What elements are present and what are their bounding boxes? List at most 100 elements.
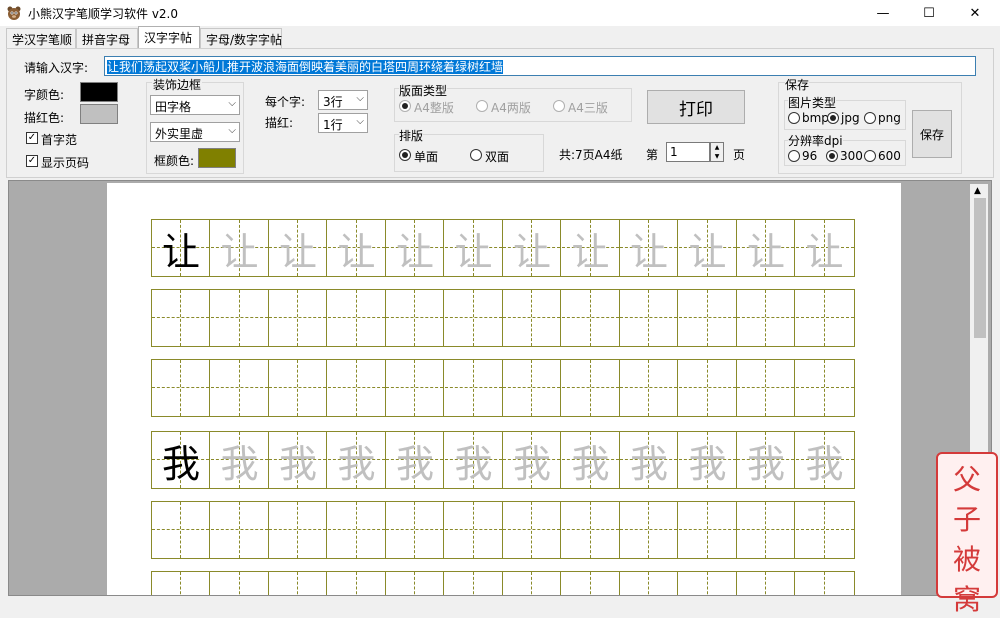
per-char-select[interactable]: 3行 ⌵ (318, 90, 368, 110)
image-type-png-radio[interactable] (864, 112, 876, 124)
page-type-a4-full-label: A4整版 (414, 101, 454, 115)
grid-type-value: 田字格 (155, 100, 192, 114)
page-type-a4-three-radio[interactable] (553, 100, 565, 112)
scroll-up-icon[interactable]: ▲ (974, 186, 981, 196)
char-color-label: 字颜色: (24, 88, 65, 102)
chevron-down-icon: ⌵ (356, 93, 364, 104)
grid-cell (269, 502, 327, 558)
dpi-600-radio[interactable] (864, 150, 876, 162)
page-type-a4-full-radio[interactable] (399, 100, 411, 112)
first-char-checkbox[interactable]: ✓ (26, 132, 38, 144)
trace-char: 让 (629, 229, 668, 274)
seal-char: 被 (952, 543, 981, 576)
grid-cell: 让 (503, 220, 561, 276)
maximize-button[interactable]: ☐ (906, 0, 952, 26)
grid-cell: 我 (678, 432, 737, 488)
trace-char: 我 (337, 441, 376, 486)
spinner-down-icon[interactable]: ▼ (711, 152, 723, 161)
chevron-down-icon: ⌵ (356, 116, 364, 127)
layout-double-radio[interactable] (470, 149, 482, 161)
frame-color-swatch[interactable] (198, 148, 236, 168)
tab-pinyin[interactable]: 拼音字母 (76, 28, 138, 48)
tab-stroke-order[interactable]: 学汉字笔顺 (6, 28, 76, 48)
dpi-600-label: 600 (878, 149, 901, 163)
dpi-300-label: 300 (840, 149, 863, 163)
grid-row: 我我我我我我我我我我我我 (151, 431, 855, 489)
scroll-thumb[interactable] (974, 198, 986, 338)
grid-cell (445, 572, 503, 595)
grid-cell (620, 572, 678, 595)
trace-color-swatch[interactable] (80, 104, 118, 124)
trace-char: 让 (805, 229, 844, 274)
grid-cell: 让 (386, 220, 444, 276)
grid-cell: 我 (269, 432, 327, 488)
dpi-96-label: 96 (802, 149, 818, 163)
seal-char: 父 (952, 463, 981, 496)
grid-cell (678, 502, 737, 558)
grid-cell: 让 (795, 220, 854, 276)
grid-cell (327, 502, 386, 558)
grid-cell (386, 290, 444, 346)
dpi-96-radio[interactable] (788, 150, 800, 162)
trace-select[interactable]: 1行 ⌵ (318, 113, 368, 133)
grid-cell (561, 360, 620, 416)
image-type-png-label: png (878, 111, 901, 125)
grid-type-select[interactable]: 田字格 ⌵ (150, 95, 240, 115)
show-page-label: 显示页码 (41, 156, 90, 170)
char-color-swatch[interactable] (80, 82, 118, 102)
grid-cell (679, 572, 737, 595)
layout-single-radio[interactable] (399, 149, 411, 161)
grid-cell (503, 572, 561, 595)
trace-color-label: 描红色: (24, 111, 65, 125)
save-button[interactable]: 保存 (912, 110, 952, 158)
image-type-jpg-radio[interactable] (827, 112, 839, 124)
grid-cell (444, 360, 503, 416)
hanzi-input[interactable]: 让我们荡起双桨小船儿推开波浪海面倒映着美丽的白塔四周环绕着绿树红墙 (104, 56, 976, 76)
grid-cell (327, 290, 386, 346)
dpi-300-radio[interactable] (826, 150, 838, 162)
tab-hanzi-copybook[interactable]: 汉字字帖 (138, 26, 200, 48)
page-type-label: 版面类型 (399, 82, 448, 99)
tab-letter-number-copybook[interactable]: 字母/数字字帖 (200, 28, 282, 48)
trace-char: 我 (395, 441, 434, 486)
minimize-button[interactable]: — (860, 0, 906, 26)
trace-char: 让 (395, 229, 434, 274)
grid-cell (269, 572, 327, 595)
border-style-select[interactable]: 外实里虚 ⌵ (150, 122, 240, 142)
close-button[interactable]: ✕ (952, 0, 998, 26)
grid-cell (620, 502, 678, 558)
grid-cell (737, 360, 795, 416)
spinner-up-icon[interactable]: ▲ (711, 143, 723, 152)
trace-char: 我 (688, 441, 727, 486)
frame-color-label: 框颜色: (154, 154, 195, 168)
trace-char: 我 (805, 441, 844, 486)
grid-cell: 让 (327, 220, 386, 276)
grid-cell (796, 572, 854, 595)
window-title: 小熊汉字笔顺学习软件 v2.0 (28, 7, 179, 21)
chevron-down-icon: ⌵ (228, 98, 236, 109)
grid-cell (269, 360, 327, 416)
grid-cell (210, 502, 269, 558)
show-page-checkbox[interactable]: ✓ (26, 155, 38, 167)
grid-cell (503, 290, 561, 346)
preview-area[interactable]: 让让让让让让让让让让让让我我我我我我我我我我我我 (8, 180, 992, 596)
image-type-bmp-radio[interactable] (788, 112, 800, 124)
page-type-a4-two-radio[interactable] (476, 100, 488, 112)
grid-cell (678, 360, 737, 416)
page-type-a4-two-label: A4两版 (491, 101, 531, 115)
trace-char: 让 (454, 229, 493, 274)
per-char-label: 每个字: (265, 95, 306, 109)
grid-cell (152, 360, 210, 416)
grid-cell: 让 (620, 220, 678, 276)
grid-cell: 让 (210, 220, 269, 276)
print-button[interactable]: 打印 (647, 90, 745, 124)
trace-char: 我 (512, 441, 551, 486)
page-spinner[interactable]: ▲ ▼ (710, 142, 724, 162)
grid-row (151, 501, 855, 559)
grid-cell (152, 290, 210, 346)
trace-char: 让 (688, 229, 727, 274)
grid-cell (386, 572, 444, 595)
grid-cell: 让 (561, 220, 620, 276)
grid-cell (269, 290, 327, 346)
page-number-input[interactable]: 1 (666, 142, 710, 162)
